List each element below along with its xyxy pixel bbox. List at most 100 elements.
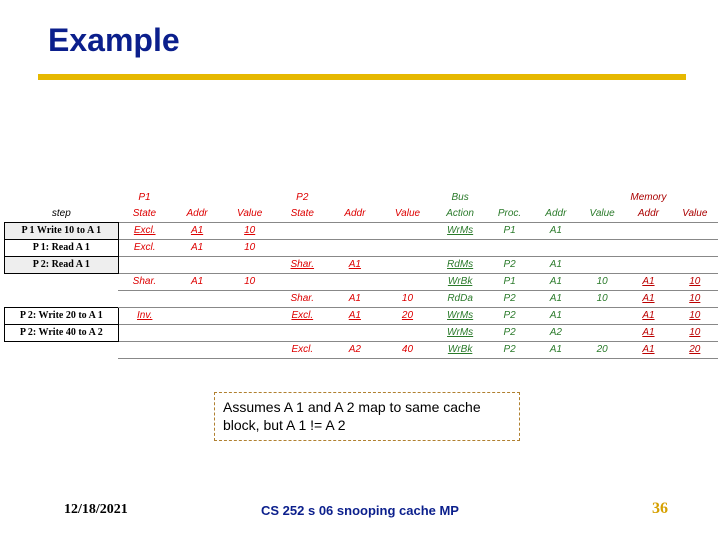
p1-addr — [171, 291, 224, 308]
p1-value — [223, 342, 276, 359]
hdr-bus-proc: Proc. — [486, 206, 532, 223]
p2-value — [381, 223, 434, 240]
table-row: P 2: Write 20 to A 1Inv.Excl.A120WrMsP2A… — [5, 308, 719, 325]
bus-action: WrMs — [434, 325, 487, 342]
p2-addr — [329, 223, 382, 240]
mem-addr: A1 — [625, 308, 671, 325]
p1-state — [118, 291, 171, 308]
hdr-p2-value: Value — [381, 206, 434, 223]
bus-proc: P2 — [486, 257, 532, 274]
hdr-p2: P2 — [276, 190, 329, 206]
p2-state — [276, 274, 329, 291]
p2-addr: A1 — [329, 291, 382, 308]
bus-addr: A1 — [533, 308, 579, 325]
p2-value: 10 — [381, 291, 434, 308]
bus-addr: A1 — [533, 223, 579, 240]
p2-state — [276, 240, 329, 257]
footer-center: CS 252 s 06 snooping cache MP — [0, 503, 720, 518]
mem-addr — [625, 257, 671, 274]
hdr-step-top — [5, 190, 119, 206]
mem-addr: A1 — [625, 342, 671, 359]
table-row: P 2: Write 40 to A 2WrMsP2A2A110 — [5, 325, 719, 342]
step-cell — [5, 342, 119, 359]
p2-state — [276, 325, 329, 342]
p1-value: 10 — [223, 274, 276, 291]
hdr-bus-addr: Addr — [533, 206, 579, 223]
mem-value — [672, 240, 718, 257]
hdr-p2-state: State — [276, 206, 329, 223]
table-header-sub: step State Addr Value State Addr Value A… — [5, 206, 719, 223]
p1-value: 10 — [223, 240, 276, 257]
bus-proc: P1 — [486, 274, 532, 291]
bus-proc: P2 — [486, 325, 532, 342]
bus-addr: A1 — [533, 291, 579, 308]
mem-addr: A1 — [625, 325, 671, 342]
step-cell: P 1: Read A 1 — [5, 240, 119, 257]
mem-value: 10 — [672, 308, 718, 325]
p2-value: 20 — [381, 308, 434, 325]
bus-action — [434, 240, 487, 257]
mem-addr — [625, 223, 671, 240]
table-header-top: P1 P2 Bus Memory — [5, 190, 719, 206]
mem-value: 20 — [672, 342, 718, 359]
p1-addr: A1 — [171, 223, 224, 240]
mem-addr: A1 — [625, 274, 671, 291]
p1-state: Excl. — [118, 223, 171, 240]
mem-value: 10 — [672, 325, 718, 342]
hdr-mem-value: Value — [672, 206, 718, 223]
table-row: Shar.A110RdDaP2A110A110 — [5, 291, 719, 308]
footer-page-number: 36 — [652, 500, 668, 518]
bus-addr — [533, 240, 579, 257]
p1-value — [223, 325, 276, 342]
p2-state: Shar. — [276, 257, 329, 274]
p2-state — [276, 223, 329, 240]
table-row: Shar.A110WrBkP1A110A110 — [5, 274, 719, 291]
bus-value: 20 — [579, 342, 625, 359]
mem-value — [672, 257, 718, 274]
note-box: Assumes A 1 and A 2 map to same cache bl… — [214, 392, 520, 441]
mem-value — [672, 223, 718, 240]
p1-state — [118, 325, 171, 342]
p2-value: 40 — [381, 342, 434, 359]
step-cell: P 1 Write 10 to A 1 — [5, 223, 119, 240]
p1-addr: A1 — [171, 240, 224, 257]
bus-addr: A2 — [533, 325, 579, 342]
hdr-p2-addr: Addr — [329, 206, 382, 223]
bus-value — [579, 325, 625, 342]
title-rule — [38, 74, 686, 80]
p2-state: Excl. — [276, 342, 329, 359]
bus-action: WrBk — [434, 342, 487, 359]
bus-proc: P1 — [486, 223, 532, 240]
mem-addr: A1 — [625, 291, 671, 308]
hdr-p1: P1 — [118, 190, 171, 206]
bus-value — [579, 240, 625, 257]
bus-value — [579, 308, 625, 325]
table-row: P 1: Read A 1Excl.A110 — [5, 240, 719, 257]
p2-value — [381, 240, 434, 257]
step-cell: P 2: Write 20 to A 1 — [5, 308, 119, 325]
mem-addr — [625, 240, 671, 257]
page-title: Example — [48, 22, 180, 59]
bus-proc: P2 — [486, 342, 532, 359]
p2-addr: A2 — [329, 342, 382, 359]
table-row: P 2: Read A 1Shar.A1RdMsP2A1 — [5, 257, 719, 274]
p2-value — [381, 274, 434, 291]
bus-action: WrMs — [434, 308, 487, 325]
p2-addr — [329, 274, 382, 291]
p1-addr — [171, 342, 224, 359]
p2-addr — [329, 240, 382, 257]
mem-value: 10 — [672, 291, 718, 308]
p2-addr: A1 — [329, 257, 382, 274]
hdr-p1-addr: Addr — [171, 206, 224, 223]
bus-addr: A1 — [533, 257, 579, 274]
p2-value — [381, 257, 434, 274]
bus-action: RdMs — [434, 257, 487, 274]
bus-value: 10 — [579, 274, 625, 291]
step-cell — [5, 274, 119, 291]
p1-state — [118, 257, 171, 274]
step-cell: P 2: Read A 1 — [5, 257, 119, 274]
bus-action: WrMs — [434, 223, 487, 240]
p2-addr — [329, 325, 382, 342]
bus-action: RdDa — [434, 291, 487, 308]
hdr-mem-addr: Addr — [625, 206, 671, 223]
